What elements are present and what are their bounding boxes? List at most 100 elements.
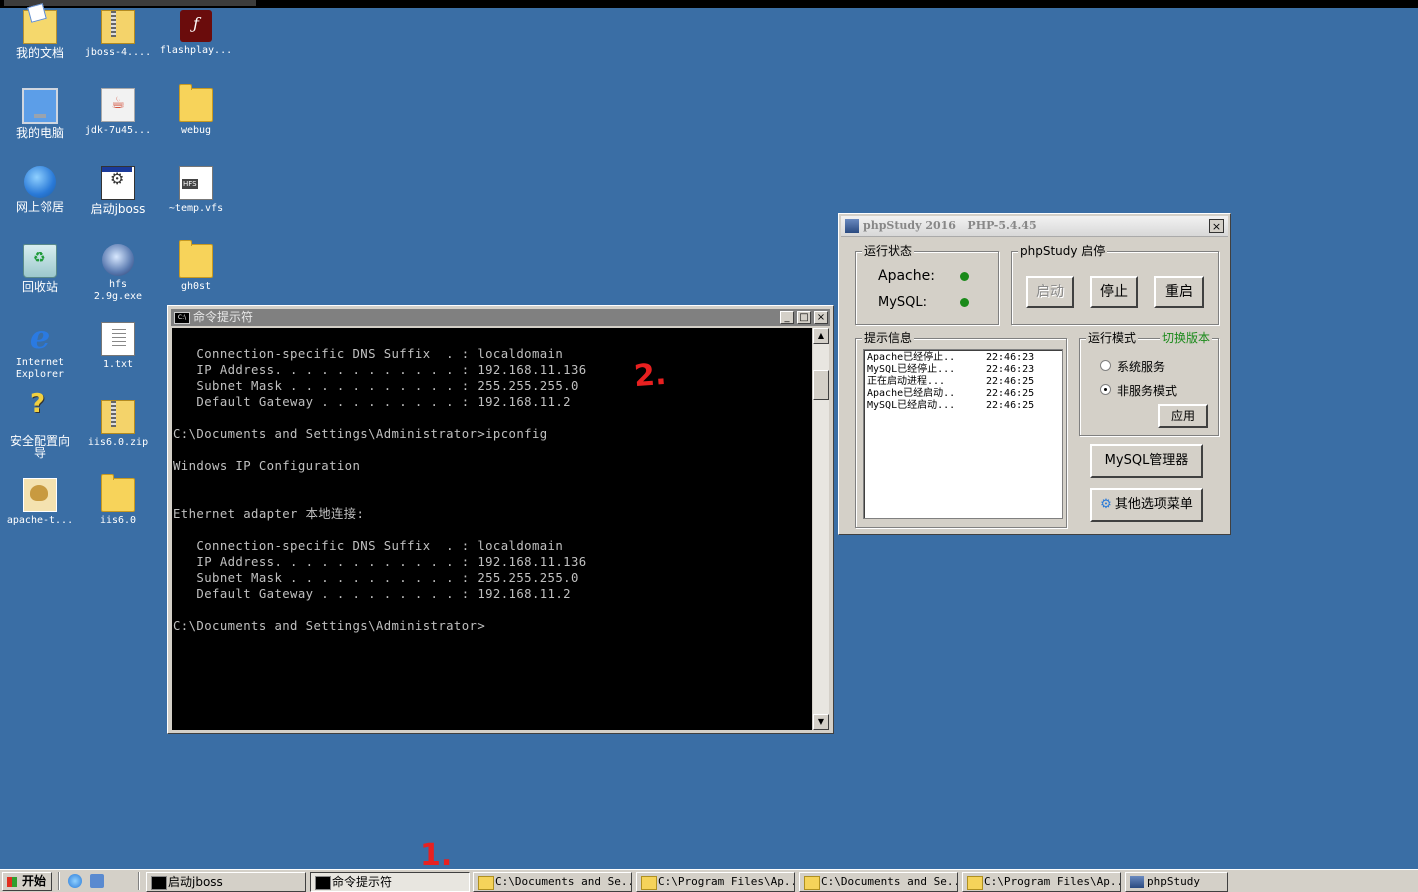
cmd-vertical-scrollbar[interactable]: ▲ ▼: [813, 328, 829, 730]
folder-icon: [478, 876, 494, 890]
taskbar-button-phpstudy[interactable]: phpStudy: [1125, 872, 1228, 892]
desktop-icon-webug[interactable]: webug: [158, 84, 234, 137]
apache-status-indicator: [960, 272, 969, 281]
log-message: MySQL已经停止...: [867, 364, 956, 375]
phpstudy-close-button[interactable]: ×: [1209, 219, 1224, 233]
desktop-icon-label: flashplay...: [159, 45, 233, 56]
console-line: C:\Documents and Settings\Administrator>…: [173, 427, 548, 441]
log-message: Apache已经停止..: [867, 352, 956, 363]
taskbar-button-explorer-1[interactable]: C:\Documents and Se...: [473, 872, 632, 892]
desktop-icon-flashplayer[interactable]: ƒ flashplay...: [158, 10, 234, 57]
mode-nonservice-radio[interactable]: [1100, 384, 1111, 395]
cmd-titlebar[interactable]: C:\ 命令提示符 _ □ ×: [171, 309, 830, 326]
cmd-icon: [315, 876, 331, 890]
desktop-icon-iis6[interactable]: iis6.0: [80, 474, 156, 527]
windows-logo-icon: [7, 877, 17, 887]
desktop-icon-label-line2: 2.9g.exe: [93, 291, 143, 302]
other-options-label: 其他选项菜单: [1114, 497, 1193, 512]
desktop-icon-label: 回收站: [21, 280, 58, 294]
scroll-thumb[interactable]: [813, 370, 829, 400]
log-row: MySQL已经启动... 22:46:25: [867, 400, 1034, 412]
log-row: Apache已经启动.. 22:46:25: [867, 388, 1034, 400]
log-message: MySQL已经启动...: [867, 400, 956, 411]
taskbar-button-start-jboss[interactable]: 启动jboss: [146, 872, 306, 892]
console-line: Windows IP Configuration: [173, 459, 361, 473]
other-options-button[interactable]: ⚙ 其他选项菜单: [1090, 488, 1203, 522]
taskbar-button-explorer-4[interactable]: C:\Program Files\Ap...: [962, 872, 1121, 892]
taskbar-button-explorer-3[interactable]: C:\Documents and Se...: [799, 872, 958, 892]
desktop-icon-label-line2: 导: [33, 446, 46, 460]
ie-quicklaunch-icon[interactable]: [68, 874, 82, 888]
desktop-icon-network[interactable]: 网上邻居: [2, 166, 78, 213]
desktop-icon-jdk[interactable]: ☕ jdk-7u45...: [80, 88, 156, 137]
desktop-icon-label: 我的电脑: [15, 126, 64, 140]
close-button[interactable]: ×: [814, 311, 828, 324]
desktop-icon-start-jboss[interactable]: 启动jboss: [80, 166, 156, 215]
cmd-console[interactable]: Connection-specific DNS Suffix . : local…: [172, 328, 812, 730]
cmd-window[interactable]: C:\ 命令提示符 _ □ × Connection-specific DNS …: [167, 305, 834, 734]
minimize-button[interactable]: _: [780, 311, 794, 324]
info-log[interactable]: Apache已经停止.. 22:46:23 MySQL已经停止... 22:46:2…: [863, 349, 1063, 519]
console-line: C:\Documents and Settings\Administrator>: [173, 619, 486, 633]
log-time: 22:46:23: [986, 352, 1035, 363]
stop-button[interactable]: 停止: [1090, 276, 1138, 308]
restart-button[interactable]: 重启: [1154, 276, 1204, 308]
start-button[interactable]: 开始: [2, 872, 52, 891]
my-computer-icon: [22, 88, 58, 124]
desktop-icon-my-computer[interactable]: 我的电脑: [2, 88, 78, 139]
gear-icon: ⚙: [1100, 497, 1112, 512]
log-message: 正在启动进程...: [867, 376, 946, 387]
text-file-icon: [101, 322, 135, 356]
console-line: IP Address. . . . . . . . . . . . : 192.…: [173, 555, 587, 569]
phpstudy-titlebar[interactable]: phpStudy 2016 PHP-5.4.45 ×: [841, 216, 1228, 237]
desktop-icon-apache-tomcat[interactable]: apache-t...: [2, 478, 78, 527]
mode-nonservice-label: 非服务模式: [1117, 384, 1178, 398]
desktop-icon-label: 我的文档: [15, 46, 64, 60]
desktop-icon-temp-vfs[interactable]: ~temp.vfs: [158, 166, 234, 215]
desktop-icon-security-wizard[interactable]: 安全配置向 导: [2, 398, 78, 460]
desktop-icon-jboss-zip[interactable]: jboss-4....: [80, 10, 156, 59]
taskbar-button-explorer-2[interactable]: C:\Program Files\Ap...: [636, 872, 795, 892]
java-icon: ☕: [101, 88, 135, 122]
desktop-icon-hfs[interactable]: hfs 2.9g.exe: [80, 244, 156, 303]
maximize-button[interactable]: □: [797, 311, 811, 324]
console-line: Connection-specific DNS Suffix . : local…: [173, 539, 564, 553]
console-line: Default Gateway . . . . . . . . . : 192.…: [173, 395, 571, 409]
vfs-icon: [179, 166, 213, 200]
log-time: 22:46:25: [986, 400, 1035, 411]
desktop-icon-my-documents[interactable]: 我的文档: [2, 10, 78, 59]
cmd-icon: C:\: [174, 312, 190, 324]
taskbar-separator: [58, 872, 60, 890]
log-row: 正在启动进程... 22:46:25: [867, 376, 1034, 388]
mode-service-label: 系统服务: [1117, 360, 1166, 374]
desktop-icon-label: jdk-7u45...: [84, 125, 152, 136]
switch-version-link[interactable]: 切换版本: [1160, 331, 1213, 345]
scroll-up-arrow-icon[interactable]: ▲: [813, 328, 829, 344]
folder-icon: [804, 876, 820, 890]
desktop-icon-iis6-zip[interactable]: iis6.0.zip: [80, 400, 156, 449]
desktop-icon-label: webug: [180, 125, 212, 136]
phpstudy-title: phpStudy 2016 PHP-5.4.45: [863, 219, 1037, 232]
zip-icon: [101, 400, 135, 434]
taskbar-button-cmd[interactable]: 命令提示符: [310, 872, 470, 892]
desktop-icon-recycle-bin[interactable]: 回收站: [2, 244, 78, 293]
mysql-manager-button[interactable]: MySQL管理器: [1090, 444, 1203, 478]
phpstudy-icon: [845, 219, 859, 233]
desktop-icon-internet-explorer[interactable]: e Internet Explorer: [2, 321, 78, 381]
mode-service-radio[interactable]: [1100, 360, 1111, 371]
start-button[interactable]: 启动: [1026, 276, 1074, 308]
apply-button[interactable]: 应用: [1158, 404, 1208, 428]
scroll-down-arrow-icon[interactable]: ▼: [813, 714, 829, 730]
security-wizard-icon: [24, 398, 56, 432]
mode-group-label: 运行模式: [1086, 331, 1139, 345]
phpstudy-window[interactable]: phpStudy 2016 PHP-5.4.45 × 运行状态 Apache: …: [838, 213, 1231, 535]
folder-icon: [101, 474, 135, 512]
my-documents-icon: [23, 10, 57, 44]
taskbar-button-label: phpStudy: [1147, 875, 1200, 888]
hfs-icon: [102, 244, 134, 276]
desktop-icon-1-txt[interactable]: 1.txt: [80, 322, 156, 371]
show-desktop-icon[interactable]: [90, 874, 104, 888]
flash-icon: ƒ: [180, 10, 212, 42]
mysql-label: MySQL:: [878, 295, 928, 310]
desktop-icon-gh0st[interactable]: gh0st: [158, 240, 234, 293]
